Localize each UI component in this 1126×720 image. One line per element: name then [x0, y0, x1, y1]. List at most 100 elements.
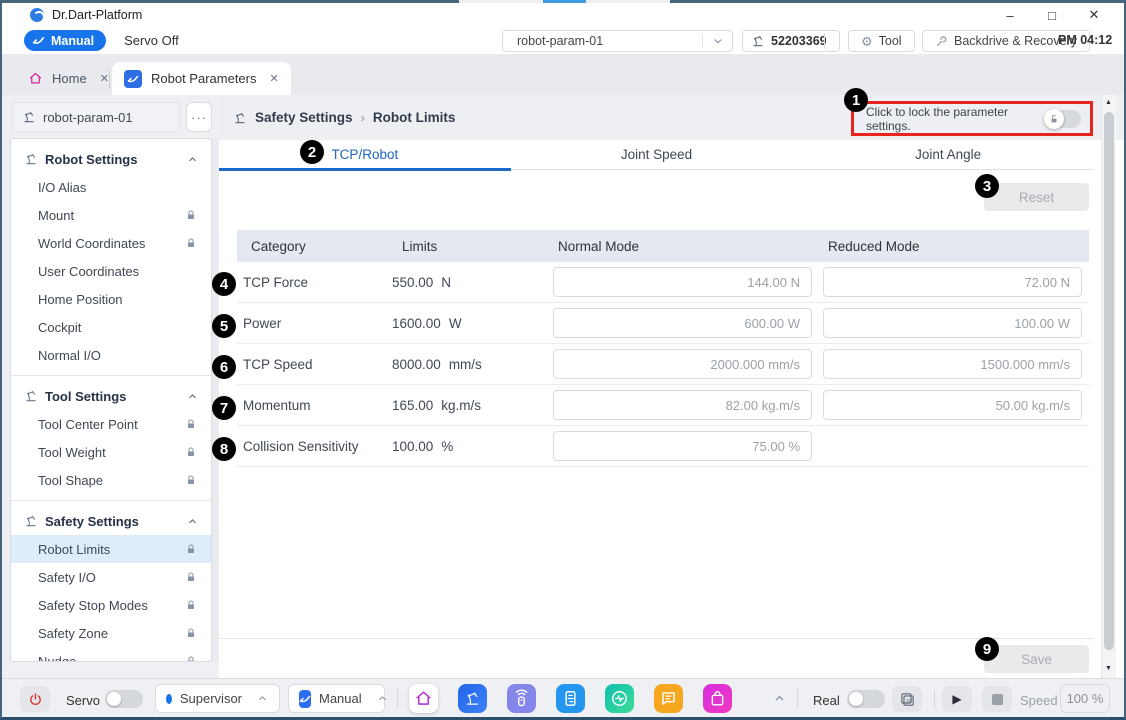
sidebar-item-tool-center-point[interactable]: Tool Center Point: [11, 410, 211, 438]
play-icon: ▶: [952, 692, 961, 706]
dock-log-icon[interactable]: [654, 684, 683, 713]
stop-icon: [992, 694, 1003, 705]
close-tab-icon[interactable]: ✕: [100, 72, 109, 85]
sidebar-item-safety-io[interactable]: Safety I/O: [11, 563, 211, 591]
dock-jog-icon[interactable]: [507, 684, 536, 713]
normal-mode-input[interactable]: [553, 390, 812, 420]
annotation-badge-9: 9: [975, 637, 999, 661]
sidebar: robot-param-01 ··· Robot Settings I/O Al…: [2, 95, 219, 678]
sidebar-section-safety-settings[interactable]: Safety Settings: [11, 507, 211, 535]
wrench-icon: [935, 35, 948, 48]
table-row-tcp-speed: TCP Speed 8000.00mm/s: [237, 344, 1089, 385]
reduced-mode-input[interactable]: [823, 390, 1082, 420]
tab-joint-angle[interactable]: Joint Angle: [802, 140, 1094, 169]
sidebar-item-mount[interactable]: Mount: [11, 201, 211, 229]
stop-button[interactable]: [982, 686, 1012, 712]
dock-home-icon[interactable]: [409, 684, 438, 713]
lock-icon: [185, 237, 197, 249]
scroll-up-icon[interactable]: ▲: [1105, 99, 1112, 106]
dock-store-icon[interactable]: [703, 684, 732, 713]
app-logo-icon: [30, 8, 44, 22]
normal-mode-input[interactable]: [553, 349, 812, 379]
minimize-button[interactable]: –: [1002, 8, 1018, 23]
lock-icon: [185, 571, 197, 583]
normal-mode-input[interactable]: [553, 267, 812, 297]
tab-tcp-robot[interactable]: TCP/Robot: [219, 140, 511, 169]
sidebar-item-io-alias[interactable]: I/O Alias: [11, 173, 211, 201]
speed-label: Speed: [1020, 693, 1058, 708]
reduced-mode-input[interactable]: [823, 308, 1082, 338]
servo-toggle[interactable]: [105, 690, 143, 708]
sidebar-item-home-position[interactable]: Home Position: [11, 285, 211, 313]
dock-robot-parameters-icon[interactable]: [458, 684, 487, 713]
robot-param-select[interactable]: robot-param-01: [502, 30, 733, 52]
user-role-select[interactable]: Supervisor: [155, 684, 280, 713]
tab-joint-speed[interactable]: Joint Speed: [511, 140, 803, 169]
real-toggle[interactable]: [847, 690, 885, 708]
annotation-badge-7: 7: [212, 396, 236, 420]
parameter-lock-toggle[interactable]: [1045, 110, 1081, 128]
sidebar-item-tool-shape[interactable]: Tool Shape: [11, 466, 211, 494]
dock-collapse-icon[interactable]: [772, 691, 787, 706]
sidebar-item-safety-stop-modes[interactable]: Safety Stop Modes: [11, 591, 211, 619]
chevron-up-icon: [376, 692, 389, 705]
column-header-normal-mode: Normal Mode: [553, 239, 812, 254]
sidebar-item-nudge[interactable]: Nudge: [11, 647, 211, 662]
lock-icon: [185, 655, 197, 662]
tab-home[interactable]: Home ✕: [16, 62, 121, 95]
speed-value-box[interactable]: 100 %: [1060, 684, 1110, 713]
close-tab-icon[interactable]: ✕: [270, 72, 279, 85]
column-header-limits: Limits: [392, 239, 553, 254]
save-button[interactable]: Save: [984, 645, 1089, 673]
scroll-down-icon[interactable]: ▼: [1105, 665, 1112, 672]
robot-lock-icon: [751, 34, 765, 48]
sidebar-item-cockpit[interactable]: Cockpit: [11, 313, 211, 341]
reduced-mode-input[interactable]: [823, 349, 1082, 379]
sidebar-item-safety-zone[interactable]: Safety Zone: [11, 619, 211, 647]
parameter-tabs: TCP/Robot Joint Speed Joint Angle: [219, 140, 1094, 170]
normal-mode-input[interactable]: [553, 308, 812, 338]
tool-button[interactable]: ⚙ Tool: [848, 30, 915, 52]
annotation-badge-4: 4: [212, 272, 236, 296]
scrollbar-thumb[interactable]: [1104, 112, 1114, 650]
dock-monitor-icon[interactable]: [605, 684, 634, 713]
normal-mode-input[interactable]: [553, 431, 812, 461]
annotation-badge-5: 5: [212, 314, 236, 338]
lock-icon: [185, 599, 197, 611]
table-row-tcp-force: TCP Force 550.00N: [237, 262, 1089, 303]
table-row-collision-sensitivity: Collision Sensitivity 100.00%: [237, 426, 1089, 467]
table-row-momentum: Momentum 165.00kg.m/s: [237, 385, 1089, 426]
lock-banner-text: Click to lock the parameter settings.: [854, 105, 1045, 133]
play-button[interactable]: ▶: [942, 686, 972, 712]
sidebar-item-normal-io[interactable]: Normal I/O: [11, 341, 211, 369]
sidebar-item-robot-limits[interactable]: Robot Limits: [11, 535, 211, 563]
3d-icon: [899, 691, 916, 708]
dock-task-editor-icon[interactable]: [556, 684, 585, 713]
sidebar-param-title[interactable]: robot-param-01: [12, 102, 180, 132]
view-3d-button[interactable]: [892, 686, 922, 712]
document-tab-bar: Home ✕ Robot Parameters ✕: [2, 54, 1124, 95]
reduced-mode-input[interactable]: [823, 267, 1082, 297]
sidebar-item-user-coordinates[interactable]: User Coordinates: [11, 257, 211, 285]
lock-icon: [185, 209, 197, 221]
annotation-badge-1: 1: [844, 88, 868, 112]
robot-icon: [233, 111, 247, 125]
sidebar-item-world-coordinates[interactable]: World Coordinates: [11, 229, 211, 257]
manual-mode-button[interactable]: Manual: [24, 30, 106, 51]
lock-icon: [185, 543, 197, 555]
status-toolbar: Manual Servo Off robot-param-01 52203369…: [2, 27, 1124, 54]
home-icon: [28, 71, 43, 86]
maximize-button[interactable]: □: [1044, 8, 1060, 23]
tab-robot-parameters[interactable]: Robot Parameters ✕: [112, 62, 291, 95]
sidebar-section-tool-settings[interactable]: Tool Settings: [11, 382, 211, 410]
sidebar-section-robot-settings[interactable]: Robot Settings: [11, 145, 211, 173]
power-button[interactable]: [20, 686, 50, 712]
main-scrollbar[interactable]: ▲ ▼: [1101, 95, 1116, 678]
sidebar-more-button[interactable]: ···: [186, 102, 212, 132]
close-button[interactable]: ✕: [1086, 7, 1102, 23]
sidebar-item-tool-weight[interactable]: Tool Weight: [11, 438, 211, 466]
robot-mode-select[interactable]: Manual: [288, 684, 385, 713]
annotation-highlight-box: Click to lock the parameter settings.: [851, 101, 1093, 136]
reset-button[interactable]: Reset: [984, 183, 1089, 211]
breadcrumb-parent[interactable]: Safety Settings: [255, 110, 353, 125]
